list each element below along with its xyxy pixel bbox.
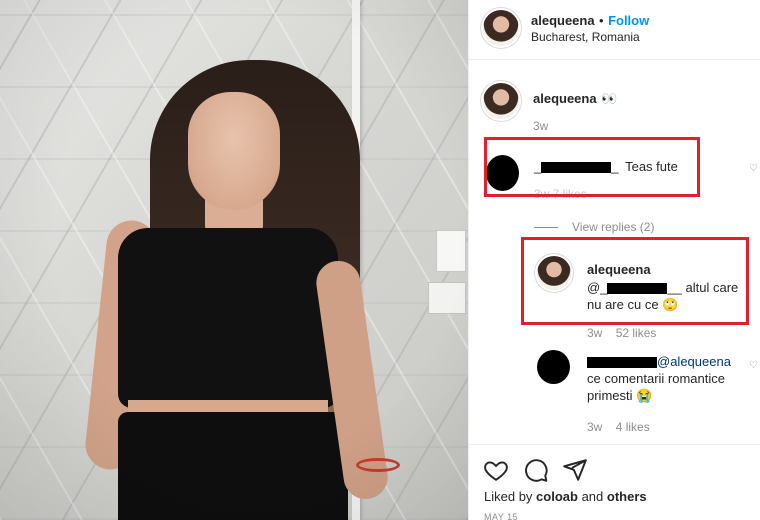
liked-by-prefix: Liked by <box>484 489 533 504</box>
liked-by-others[interactable]: others <box>607 489 647 504</box>
post-actions <box>469 444 760 520</box>
comment-icon[interactable] <box>523 457 549 483</box>
small-heart-icon[interactable]: ♡ <box>749 360 758 371</box>
header-avatar[interactable] <box>483 10 519 46</box>
reply2-mention[interactable]: @alequeena <box>657 354 731 369</box>
share-icon[interactable] <box>562 457 588 483</box>
post-header: alequeena • Follow Bucharest, Romania <box>469 0 760 60</box>
caption-emoji: 👀 <box>601 91 618 106</box>
post-date: MAY 15 <box>484 512 519 520</box>
caption-avatar[interactable] <box>483 83 519 119</box>
reply2-avatar[interactable] <box>537 350 570 384</box>
caption-username[interactable]: alequeena <box>533 91 597 106</box>
view-replies-line <box>534 227 558 229</box>
view-replies-button[interactable]: View replies (2) <box>534 220 654 234</box>
reply1-time: 3w <box>587 326 603 340</box>
highlight-box-comment1 <box>484 137 700 197</box>
small-heart-icon[interactable]: ♡ <box>749 163 758 174</box>
reply2-text: ce comentarii romantice primesti <box>587 371 725 403</box>
liked-by-and: and <box>581 489 604 504</box>
caption-time: 3w <box>533 119 549 133</box>
header-username[interactable]: alequeena <box>531 13 595 28</box>
view-replies-label: View replies (2) <box>572 220 655 234</box>
reply2-likes[interactable]: 4 likes <box>616 420 650 434</box>
liked-by-user[interactable]: coloab <box>536 489 578 504</box>
reply1-likes[interactable]: 52 likes <box>616 326 657 340</box>
follow-button[interactable]: Follow <box>608 13 649 28</box>
photo-vignette <box>0 0 468 520</box>
reply1-meta: 3w 52 likes <box>587 326 656 340</box>
reply2-emoji: 😭 <box>636 388 653 403</box>
comments-panel: alequeena • Follow Bucharest, Romania al… <box>468 0 760 520</box>
reply2-meta: 3w 4 likes <box>587 420 650 434</box>
liked-by: Liked by coloab and others <box>484 489 647 504</box>
reply2-time: 3w <box>587 420 603 434</box>
post-location[interactable]: Bucharest, Romania <box>531 30 640 44</box>
highlight-box-reply1 <box>521 237 749 325</box>
post-photo[interactable] <box>0 0 468 520</box>
heart-icon[interactable] <box>483 457 509 483</box>
header-dot: • <box>599 13 604 28</box>
reply2-redacted-username[interactable] <box>587 357 657 369</box>
